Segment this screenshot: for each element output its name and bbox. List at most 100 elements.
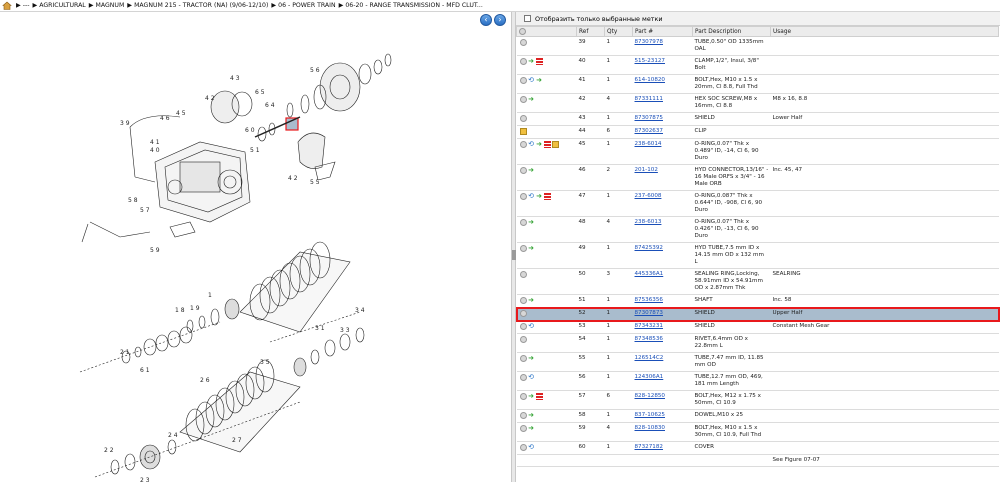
package-icon[interactable] <box>519 128 527 135</box>
part-number-cell[interactable]: 515-23127 <box>632 55 693 75</box>
table-row[interactable]: 54 1 87348536 RIVET,6.4mm OD x 22.8mm L <box>516 333 999 353</box>
table-row-selected[interactable]: 52 1 87307873 SHIELD Upper Half <box>516 306 1000 322</box>
part-number-cell[interactable]: 87302637 <box>632 125 693 139</box>
table-row[interactable]: 44 6 87302637 CLIP <box>516 125 999 139</box>
part-number-cell[interactable]: 87307873 <box>632 307 693 321</box>
header-usage[interactable]: Usage <box>770 26 999 37</box>
swap-icon[interactable]: ⟲ <box>528 141 535 148</box>
green-arrow-icon[interactable]: ➜ <box>528 245 535 252</box>
info-circle-icon[interactable] <box>519 115 527 122</box>
part-number-link[interactable]: 828-12850 <box>635 393 666 399</box>
breadcrumb-item[interactable]: ▶ AGRICULTURAL <box>32 2 85 9</box>
info-circle-icon[interactable] <box>519 297 527 304</box>
green-arrow-icon[interactable]: ➜ <box>528 167 535 174</box>
info-circle-icon[interactable] <box>519 219 527 226</box>
part-number-link[interactable]: 87307873 <box>635 310 663 316</box>
green-arrow-icon[interactable]: ➜ <box>528 393 535 400</box>
info-circle-icon[interactable] <box>519 39 527 46</box>
green-arrow-icon[interactable]: ➜ <box>528 219 535 226</box>
green-arrow-icon[interactable]: ➜ <box>528 96 535 103</box>
table-row[interactable]: ⟲ ➜ 41 1 614-10820 BOLT,Hex, M10 x 1.5 x 20mm… <box>516 74 999 94</box>
breadcrumb-item[interactable]: ▶ 06-20 - RANGE TRANSMISSION - MFD CLUT..… <box>339 2 483 9</box>
swap-icon[interactable]: ⟲ <box>528 444 535 451</box>
exploded-diagram[interactable]: ‹ › 4 3 4 2 6 5 6 4 6 0 5 1 3 9 4 1 4 0 … <box>0 12 511 482</box>
info-circle-icon[interactable] <box>519 141 527 148</box>
green-arrow-icon[interactable]: ➜ <box>528 412 535 419</box>
part-number-cell[interactable]: 124306A1 <box>632 371 693 391</box>
part-number-cell[interactable]: 87348536 <box>632 333 693 353</box>
part-number-cell[interactable]: 201-102 <box>632 164 693 191</box>
info-circle-icon[interactable] <box>519 355 527 362</box>
part-number-link[interactable]: 87327182 <box>635 444 663 450</box>
part-number-cell[interactable]: 126514C2 <box>632 352 693 372</box>
green-arrow-icon[interactable]: ➜ <box>536 141 543 148</box>
green-arrow-icon[interactable]: ➜ <box>528 58 535 65</box>
info-circle-icon[interactable] <box>519 77 527 84</box>
table-row[interactable]: ➜ 48 4 238-6013 O-RING,0.07" Thk x 0.426" ID… <box>516 216 999 243</box>
part-number-link[interactable]: 87348536 <box>635 336 663 342</box>
table-row[interactable]: See Figure 07-07 <box>516 454 999 467</box>
header-qty[interactable]: Qty <box>604 26 633 37</box>
breadcrumb-item[interactable]: ▶ 06 - POWER TRAIN <box>271 2 335 9</box>
part-number-cell[interactable]: 445336A1 <box>632 268 693 295</box>
table-row[interactable]: ➜ 46 2 201-102 HYD CONNECTOR,13/16" - 16 Mal… <box>516 164 999 191</box>
part-number-link[interactable]: 87343231 <box>635 323 663 329</box>
table-row[interactable]: ➜ 42 4 87331111 HEX SOC SCREW,M8 x 16mm, Cl … <box>516 93 999 113</box>
part-number-cell[interactable]: 238-6013 <box>632 216 693 243</box>
table-row[interactable]: ⟲ 56 1 124306A1 TUBE,12.7 mm OD, 469, 181 mm… <box>516 371 999 391</box>
arrow-left-icon[interactable]: ‹ <box>480 14 492 26</box>
header-ref[interactable]: Ref <box>576 26 605 37</box>
show-selected-only-checkbox[interactable] <box>524 15 531 22</box>
part-number-link[interactable]: 87536356 <box>635 297 663 303</box>
arrow-right-icon[interactable]: › <box>494 14 506 26</box>
settings-icon[interactable] <box>519 28 526 35</box>
table-row[interactable]: 43 1 87307875 SHIELD Lower Half <box>516 112 999 126</box>
green-arrow-icon[interactable]: ➜ <box>536 193 543 200</box>
info-circle-icon[interactable] <box>519 336 527 343</box>
breadcrumb-item[interactable]: ▶ MAGNUM <box>89 2 125 9</box>
table-row[interactable]: ➜ 58 1 837-10625 DOWEL,M10 x 25 <box>516 409 999 423</box>
info-circle-icon[interactable] <box>519 271 527 278</box>
part-number-link[interactable]: 124306A1 <box>635 374 664 380</box>
part-number-link[interactable]: 87425392 <box>635 245 663 251</box>
breadcrumb-item[interactable]: ▶ --- <box>16 2 29 9</box>
table-row[interactable]: ➜ 55 1 126514C2 TUBE,7.47 mm ID, 11.85 mm OD <box>516 352 999 372</box>
table-row[interactable]: ➜ 49 1 87425392 HYD TUBE,7.5 mm ID x 14.15 m… <box>516 242 999 269</box>
breadcrumb-item[interactable]: ▶ MAGNUM 215 - TRACTOR (NA) (9/06-12/10) <box>127 2 268 9</box>
part-number-cell[interactable]: 828-10830 <box>632 422 693 442</box>
part-number-cell[interactable]: 87307875 <box>632 112 693 126</box>
info-circle-icon[interactable] <box>519 444 527 451</box>
green-arrow-icon[interactable]: ➜ <box>528 297 535 304</box>
part-number-cell[interactable]: 87307978 <box>632 36 693 56</box>
info-circle-icon[interactable] <box>519 374 527 381</box>
part-number-cell[interactable]: 87327182 <box>632 441 693 455</box>
part-number-link[interactable]: 445336A1 <box>635 271 664 277</box>
part-number-cell[interactable]: 837-10625 <box>632 409 693 423</box>
info-circle-icon[interactable] <box>519 245 527 252</box>
table-row[interactable]: 50 3 445336A1 SEALING RING,Locking, 58.91mm… <box>516 268 999 295</box>
green-arrow-icon[interactable]: ➜ <box>536 77 543 84</box>
table-row[interactable]: ➜ 57 6 828-12850 BOLT,Hex, M12 x 1.75 x 50mm… <box>516 390 999 410</box>
table-row[interactable]: ➜ 59 4 828-10830 BOLT,Hex, M10 x 1.5 x 30mm,… <box>516 422 999 442</box>
home-icon[interactable] <box>2 1 12 10</box>
flag-icon[interactable] <box>535 58 543 65</box>
swap-icon[interactable]: ⟲ <box>528 323 535 330</box>
flag-icon[interactable] <box>543 141 551 148</box>
part-number-cell[interactable]: 87343231 <box>632 320 693 334</box>
part-number-link[interactable]: 238-6014 <box>635 141 662 147</box>
table-row[interactable]: 39 1 87307978 TUBE,0.50" OD 1335mm OAL <box>516 36 999 56</box>
info-circle-icon[interactable] <box>519 58 527 65</box>
part-number-cell[interactable]: 828-12850 <box>632 390 693 410</box>
info-circle-icon[interactable] <box>519 96 527 103</box>
info-circle-icon[interactable] <box>519 167 527 174</box>
info-circle-icon[interactable] <box>519 393 527 400</box>
part-number-cell[interactable]: 87536356 <box>632 294 693 308</box>
table-row[interactable]: ➜ 51 1 87536356 SHAFT Inc. 58 <box>516 294 999 308</box>
info-circle-icon[interactable] <box>519 425 527 432</box>
header-part-number[interactable]: Part # <box>632 26 693 37</box>
green-arrow-icon[interactable]: ➜ <box>528 355 535 362</box>
part-number-link[interactable]: 828-10830 <box>635 425 666 431</box>
header-description[interactable]: Part Description <box>692 26 771 37</box>
table-row[interactable]: ⟲ 53 1 87343231 SHIELD Constant Mesh Gear <box>516 320 999 334</box>
part-number-link[interactable]: 87302637 <box>635 128 663 134</box>
